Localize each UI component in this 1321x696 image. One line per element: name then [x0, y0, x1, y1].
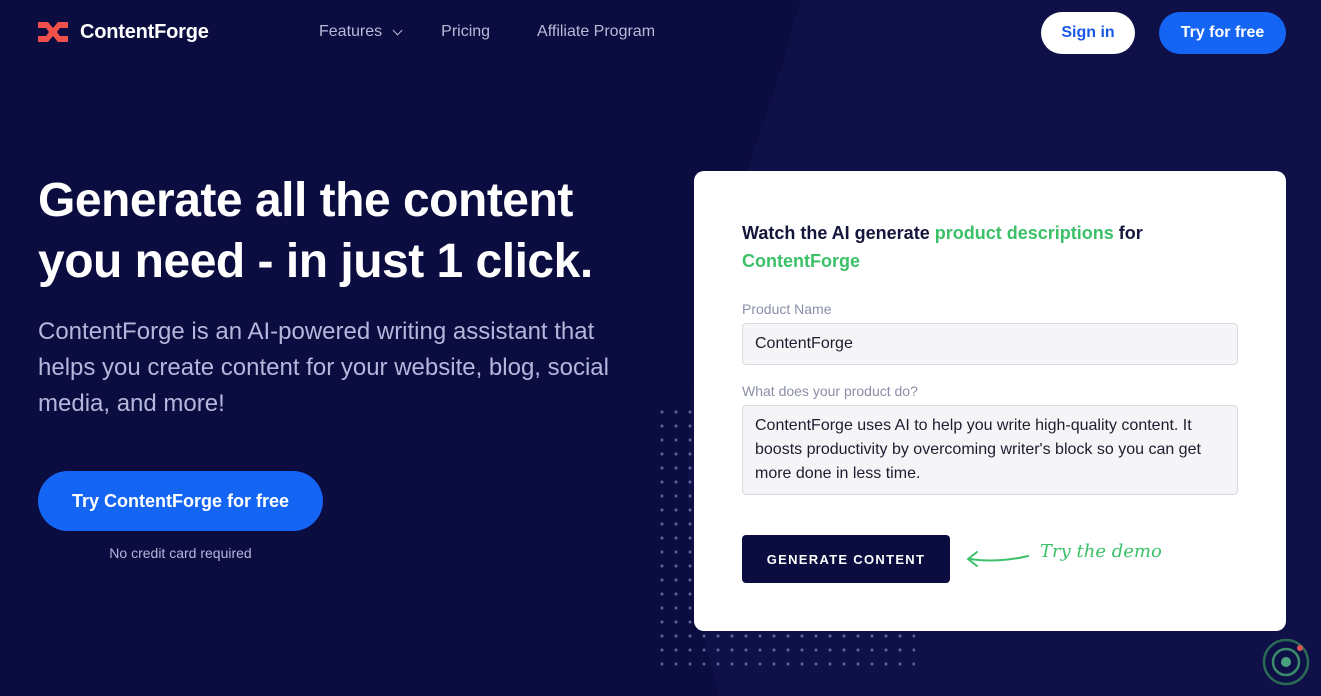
demo-heading: Watch the AI generate product descriptio… [742, 219, 1222, 275]
product-name-label: Product Name [742, 301, 832, 317]
logo-icon [38, 22, 68, 42]
nav-pricing[interactable]: Pricing [441, 23, 490, 41]
hero-title: Generate all the content you need - in j… [38, 174, 593, 288]
nav-affiliate-label: Affiliate Program [537, 23, 656, 40]
demo-heading-product: ContentForge [742, 251, 860, 271]
orbit-icon [1262, 638, 1310, 686]
demo-heading-middle: for [1113, 223, 1143, 243]
generate-content-button[interactable]: GENERATE CONTENT [742, 535, 950, 583]
top-nav: ContentForge Features Pricing Affiliate … [0, 0, 1321, 66]
try-demo-hint: Try the demo [1040, 541, 1162, 562]
product-description-label: What does your product do? [742, 383, 918, 399]
arrow-left-icon [967, 551, 1029, 567]
nav-affiliate-program[interactable]: Affiliate Program [537, 23, 655, 41]
try-for-free-button[interactable]: Try for free [1159, 12, 1286, 54]
sign-in-button[interactable]: Sign in [1041, 12, 1135, 54]
product-description-textarea[interactable]: ContentForge uses AI to help you write h… [742, 405, 1238, 495]
nav-features-label: Features [319, 23, 383, 40]
nav-links: Features Pricing Affiliate Program [319, 23, 655, 41]
demo-heading-prefix: Watch the AI generate [742, 223, 935, 243]
demo-card: Watch the AI generate product descriptio… [694, 171, 1286, 631]
chevron-down-icon [392, 25, 403, 35]
nav-pricing-label: Pricing [441, 23, 491, 40]
logo-text: ContentForge [80, 20, 209, 43]
no-credit-card-note: No credit card required [109, 545, 252, 561]
product-name-input[interactable]: ContentForge [742, 323, 1238, 365]
hero-cta-button[interactable]: Try ContentForge for free [38, 471, 323, 531]
hero-subtitle: ContentForge is an AI-powered writing as… [38, 318, 609, 417]
nav-features[interactable]: Features [319, 23, 403, 41]
logo[interactable]: ContentForge [38, 20, 209, 44]
demo-heading-highlight: product descriptions [934, 223, 1114, 243]
